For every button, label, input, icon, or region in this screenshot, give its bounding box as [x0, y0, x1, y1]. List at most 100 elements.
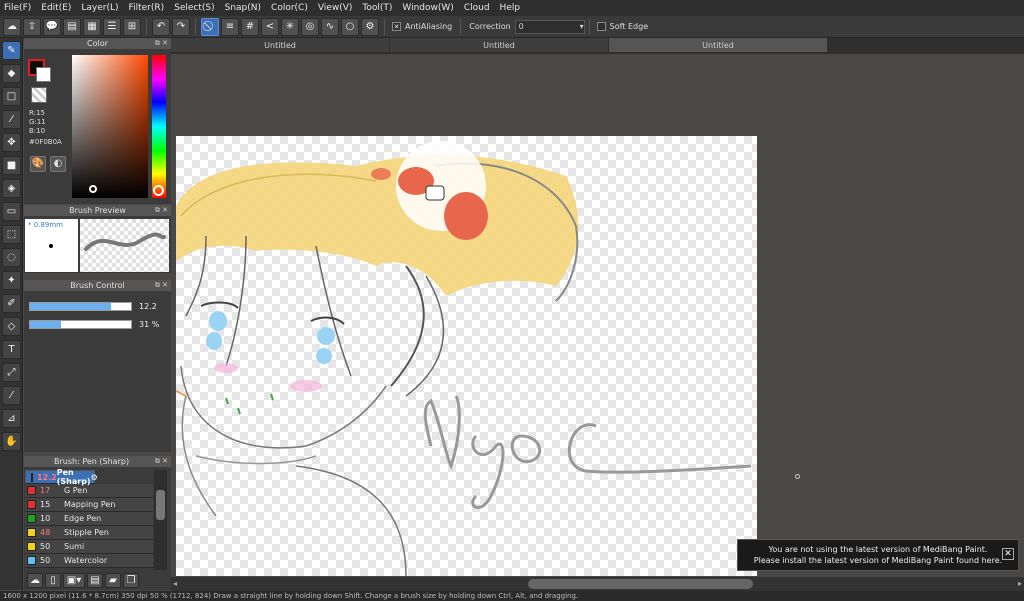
brush-item-mapping-pen[interactable]: 15 Mapping Pen [25, 498, 153, 512]
undo-icon[interactable]: ↶ [152, 17, 170, 36]
float-window-icon[interactable]: ⧉ ✕ [155, 38, 168, 49]
soft-edge-checkbox[interactable] [596, 22, 606, 31]
message-icon[interactable]: ▤ [63, 17, 81, 36]
antialiasing-checkbox[interactable]: ✕ [392, 22, 401, 31]
menu-cloud[interactable]: Cloud [464, 3, 490, 13]
snap-settings-icon[interactable]: ⚙ [361, 17, 379, 36]
brush-item-name: Edge Pen [64, 514, 102, 523]
scroll-right-icon[interactable]: ▸ [1018, 579, 1022, 588]
horizontal-scrollbar[interactable]: ◂ ▸ [171, 577, 1024, 591]
operation-tool-icon[interactable]: ⤢ [2, 363, 21, 382]
close-icon[interactable]: ✕ [1002, 548, 1014, 560]
tab-untitled-2[interactable]: Untitled [390, 38, 608, 52]
cross-snap-icon[interactable]: # [241, 17, 259, 36]
brush-item-g-pen[interactable]: 17 G Pen [25, 484, 153, 498]
brush-item-pen-sharp[interactable]: 12.2 Pen (Sharp) ⚙ [25, 468, 98, 486]
divide-tool-icon[interactable]: ⁄ [2, 386, 21, 405]
brush-cloud-icon[interactable]: ☁ [27, 573, 43, 588]
hue-slider[interactable] [152, 55, 166, 198]
copy-brush-icon[interactable]: ❐ [123, 573, 139, 588]
radial-snap-icon[interactable]: ✳ [281, 17, 299, 36]
grid-icon[interactable]: ⊞ [123, 17, 141, 36]
brush-control-title: Brush Control ⧉ ✕ [24, 280, 171, 291]
menu-help[interactable]: Help [500, 3, 521, 13]
hand-tool-icon[interactable]: ✋ [2, 432, 21, 451]
menu-tool[interactable]: Tool(T) [362, 3, 392, 13]
eyedropper-icon[interactable]: ⊿ [2, 409, 21, 428]
horizontal-scrollbar-thumb[interactable] [528, 579, 753, 589]
folder-icon[interactable]: ▰ [105, 573, 121, 588]
correction-select[interactable]: 0 ▾ [514, 19, 585, 34]
text-tool-icon[interactable]: T [2, 340, 21, 359]
redo-icon[interactable]: ↷ [172, 17, 190, 36]
menu-filter[interactable]: Filter(R) [129, 3, 165, 13]
concentric-snap-icon[interactable]: ◎ [301, 17, 319, 36]
brush-list-scrollbar[interactable] [154, 470, 167, 570]
update-notice[interactable]: You are not using the latest version of … [737, 539, 1019, 571]
cloud-icon[interactable]: ☁ [3, 17, 21, 36]
float-window-icon[interactable]: ⧉ ✕ [155, 456, 168, 467]
background-color-swatch[interactable] [36, 67, 51, 82]
brush-size-slider[interactable] [29, 302, 132, 311]
tab-untitled-1[interactable]: Untitled [171, 38, 389, 52]
menu-file[interactable]: File(F) [4, 3, 31, 13]
export-icon[interactable]: ⇪ [23, 17, 41, 36]
brush-list-title: Brush: Pen (Sharp) ⧉ ✕ [24, 456, 171, 467]
parallel-snap-icon[interactable]: ≡ [221, 17, 239, 36]
menu-select[interactable]: Select(S) [174, 3, 215, 13]
add-brush-icon[interactable]: ▣▾ [63, 573, 85, 588]
vanishing-point-icon[interactable]: < [261, 17, 279, 36]
snap-off-icon[interactable]: ⃠ [201, 17, 219, 36]
brush-doc-icon[interactable]: ▤ [87, 573, 103, 588]
update-notice-line-2[interactable]: Please install the latest version of Med… [738, 555, 1018, 566]
list-icon[interactable]: ☰ [103, 17, 121, 36]
rectangle-tool-icon[interactable]: □ [2, 87, 21, 106]
brush-stroke-preview [80, 219, 169, 272]
menu-window[interactable]: Window(W) [402, 3, 453, 13]
curve-snap-icon[interactable]: ∿ [321, 17, 339, 36]
drawing-canvas[interactable] [175, 136, 757, 576]
document-icon[interactable]: ▦ [83, 17, 101, 36]
eraser-tool-icon[interactable]: ◆ [2, 64, 21, 83]
saturation-value-picker[interactable] [72, 55, 148, 198]
brush-list-panel: Brush: Pen (Sharp) ⧉ ✕ 12.2 Pen (Sharp) ⚙ 1… [24, 456, 171, 590]
color-picker-icon[interactable]: ◐ [50, 156, 66, 172]
circle-snap-icon[interactable]: ○ [341, 17, 359, 36]
scroll-left-icon[interactable]: ◂ [173, 579, 177, 588]
dot-tool-icon[interactable]: ⁄ [2, 110, 21, 129]
color-panel-title: Color ⧉ ✕ [24, 38, 171, 49]
hue-cursor[interactable] [153, 185, 164, 196]
select-pen-icon[interactable]: ✐ [2, 294, 21, 313]
menu-layer[interactable]: Layer(L) [81, 3, 118, 13]
new-brush-icon[interactable]: ▯ [45, 573, 61, 588]
menu-snap[interactable]: Snap(N) [225, 3, 261, 13]
transparent-color-swatch[interactable] [31, 87, 47, 103]
gradient-tool-icon[interactable]: ▭ [2, 202, 21, 221]
brush-color-swatch [27, 528, 36, 537]
tab-untitled-3[interactable]: Untitled [609, 38, 827, 52]
lasso-tool-icon[interactable]: ◌ [2, 248, 21, 267]
palette-icon[interactable]: 🎨 [30, 156, 46, 172]
color-cursor[interactable] [89, 185, 97, 193]
magic-wand-icon[interactable]: ✦ [2, 271, 21, 290]
gear-icon[interactable]: ⚙ [91, 473, 98, 482]
scrollbar-thumb[interactable] [156, 490, 165, 520]
brush-item-sumi[interactable]: 50 Sumi [25, 540, 153, 554]
menu-view[interactable]: View(V) [318, 3, 353, 13]
select-eraser-icon[interactable]: ◇ [2, 317, 21, 336]
brush-tool-icon[interactable]: ✎ [2, 41, 21, 60]
brush-item-stipple-pen[interactable]: 48 Stipple Pen [25, 526, 153, 540]
move-tool-icon[interactable]: ✥ [2, 133, 21, 152]
float-window-icon[interactable]: ⧉ ✕ [155, 280, 168, 291]
float-window-icon[interactable]: ⧉ ✕ [155, 205, 168, 216]
fill-rect-tool-icon[interactable]: ■ [2, 156, 21, 175]
canvas-area[interactable] [171, 54, 1024, 576]
menu-color[interactable]: Color(C) [271, 3, 308, 13]
menu-edit[interactable]: Edit(E) [41, 3, 71, 13]
comment-icon[interactable]: 💬 [43, 17, 61, 36]
bucket-tool-icon[interactable]: ◈ [2, 179, 21, 198]
select-tool-icon[interactable]: ⬚ [2, 225, 21, 244]
brush-item-watercolor[interactable]: 50 Watercolor [25, 554, 153, 568]
brush-opacity-slider[interactable] [29, 320, 132, 329]
brush-item-edge-pen[interactable]: 10 Edge Pen [25, 512, 153, 526]
